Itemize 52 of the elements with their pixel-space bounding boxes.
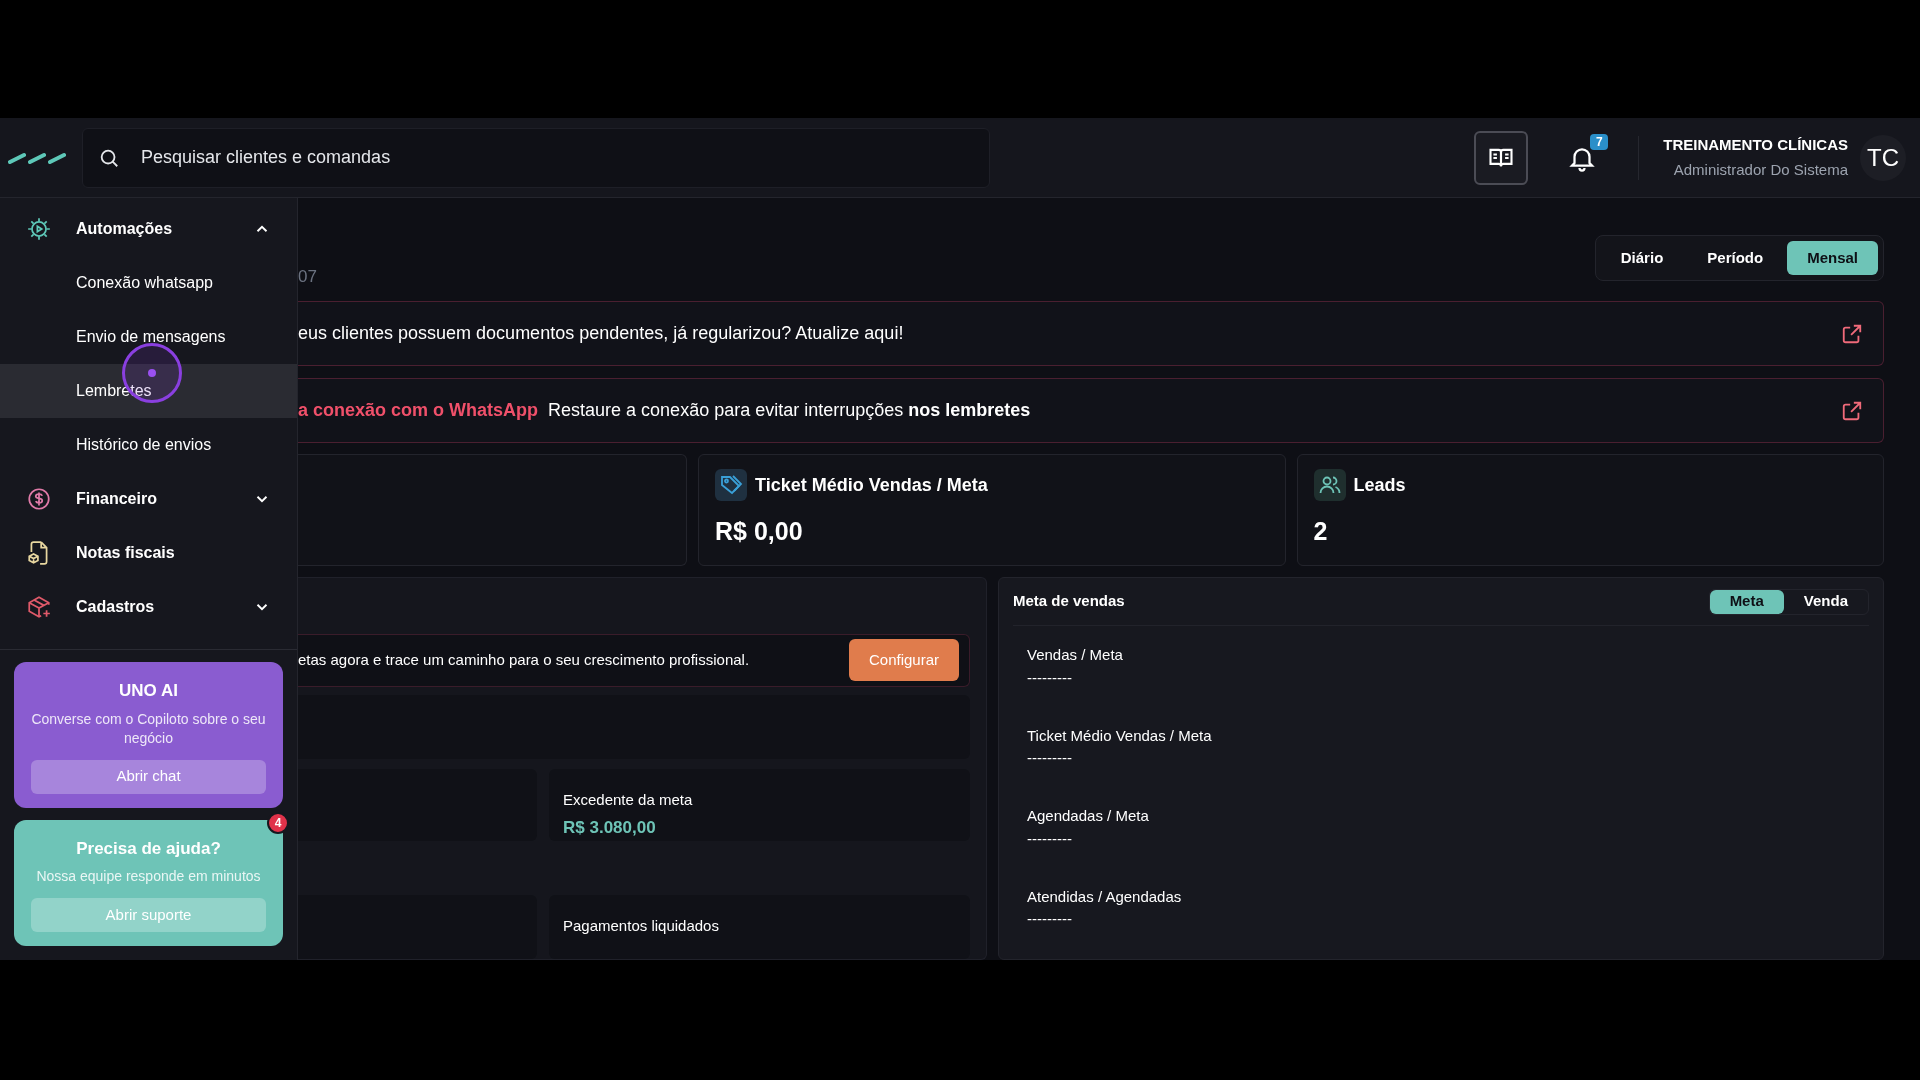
sidebar-item[interactable]: Cadastros <box>0 580 297 634</box>
alert-title: a conexão com o WhatsApp <box>298 399 539 422</box>
period-tab[interactable]: Período <box>1687 241 1784 275</box>
period-tab[interactable]: Diário <box>1600 241 1684 275</box>
user-name: TREINAMENTO CLÍNICAS <box>1663 135 1848 155</box>
toggle-option[interactable]: Venda <box>1783 589 1868 614</box>
alert-text: Restaure a conexão para evitar interrupções nos lembretes <box>548 399 1032 422</box>
banner-text: etas agora e trace um caminho para o seu crescimento profissional. <box>298 650 750 671</box>
card-title: UNO AI <box>119 680 178 702</box>
tag-icon <box>715 469 747 501</box>
external-link-icon[interactable] <box>1841 322 1863 345</box>
stat-title: Leads <box>1353 473 1406 497</box>
search-field[interactable]: Pesquisar clientes e comandas <box>82 127 990 188</box>
metric-value: --------- <box>1027 668 1073 687</box>
card-text: Converse com o Copiloto sobre o seu negócio <box>31 709 266 748</box>
metric-label: Vendas / Meta <box>1027 645 1124 665</box>
package-icon <box>26 594 52 620</box>
card-title: Precisa de ajuda? <box>76 837 221 860</box>
goal-value: R$ 3.080,00 <box>563 817 657 840</box>
metric-label: Ticket Médio Vendas / Meta <box>1027 725 1213 746</box>
goal-label: Excedente da meta <box>563 789 694 810</box>
guide-button[interactable] <box>1474 130 1529 185</box>
sidebar-item[interactable]: Automações <box>0 202 297 256</box>
notification-badge: 4 <box>267 811 289 834</box>
date-text: 07 <box>298 265 317 288</box>
users-icon <box>1313 469 1346 501</box>
card-text: Nossa equipe responde em minutos <box>36 867 261 886</box>
submenu-item[interactable]: Envio de mensagens <box>0 310 297 364</box>
panel-title: Meta de vendas <box>1013 591 1125 612</box>
alert-text: eus clientes possuem documentos pendentes, já regularizou? Atualize aqui! <box>298 322 905 345</box>
metric-label: Atendidas / Agendadas <box>1027 886 1183 907</box>
submenu-item[interactable]: Histórico de envios <box>0 418 297 472</box>
user-role: Administrador Do Sistema <box>1673 159 1848 180</box>
notification-badge: 7 <box>1590 133 1609 150</box>
stat-value: 2 <box>1313 516 1329 547</box>
metric-value: --------- <box>1027 910 1073 928</box>
metric-value: --------- <box>1027 749 1073 767</box>
sidebar-item[interactable]: Financeiro <box>0 472 297 526</box>
period-tab[interactable]: Mensal <box>1787 241 1878 275</box>
submenu-item[interactable]: Conexão whatsapp <box>0 256 297 310</box>
stat-value: R$ 0,00 <box>715 516 804 547</box>
metric-label: Agendadas / Meta <box>1027 806 1150 826</box>
logo-icon[interactable] <box>8 150 68 165</box>
external-link-icon[interactable] <box>1841 399 1863 422</box>
user-avatar[interactable]: TC <box>1860 134 1906 181</box>
sidebar-item[interactable]: Notas fiscais <box>0 526 297 580</box>
stat-title: Ticket Médio Vendas / Meta <box>755 473 988 497</box>
gear-icon <box>26 216 52 242</box>
metric-value: --------- <box>1027 829 1073 848</box>
dollar-icon <box>26 486 52 512</box>
goal-label: Pagamentos liquidados <box>563 915 720 936</box>
toggle-option[interactable]: Meta <box>1709 589 1784 614</box>
